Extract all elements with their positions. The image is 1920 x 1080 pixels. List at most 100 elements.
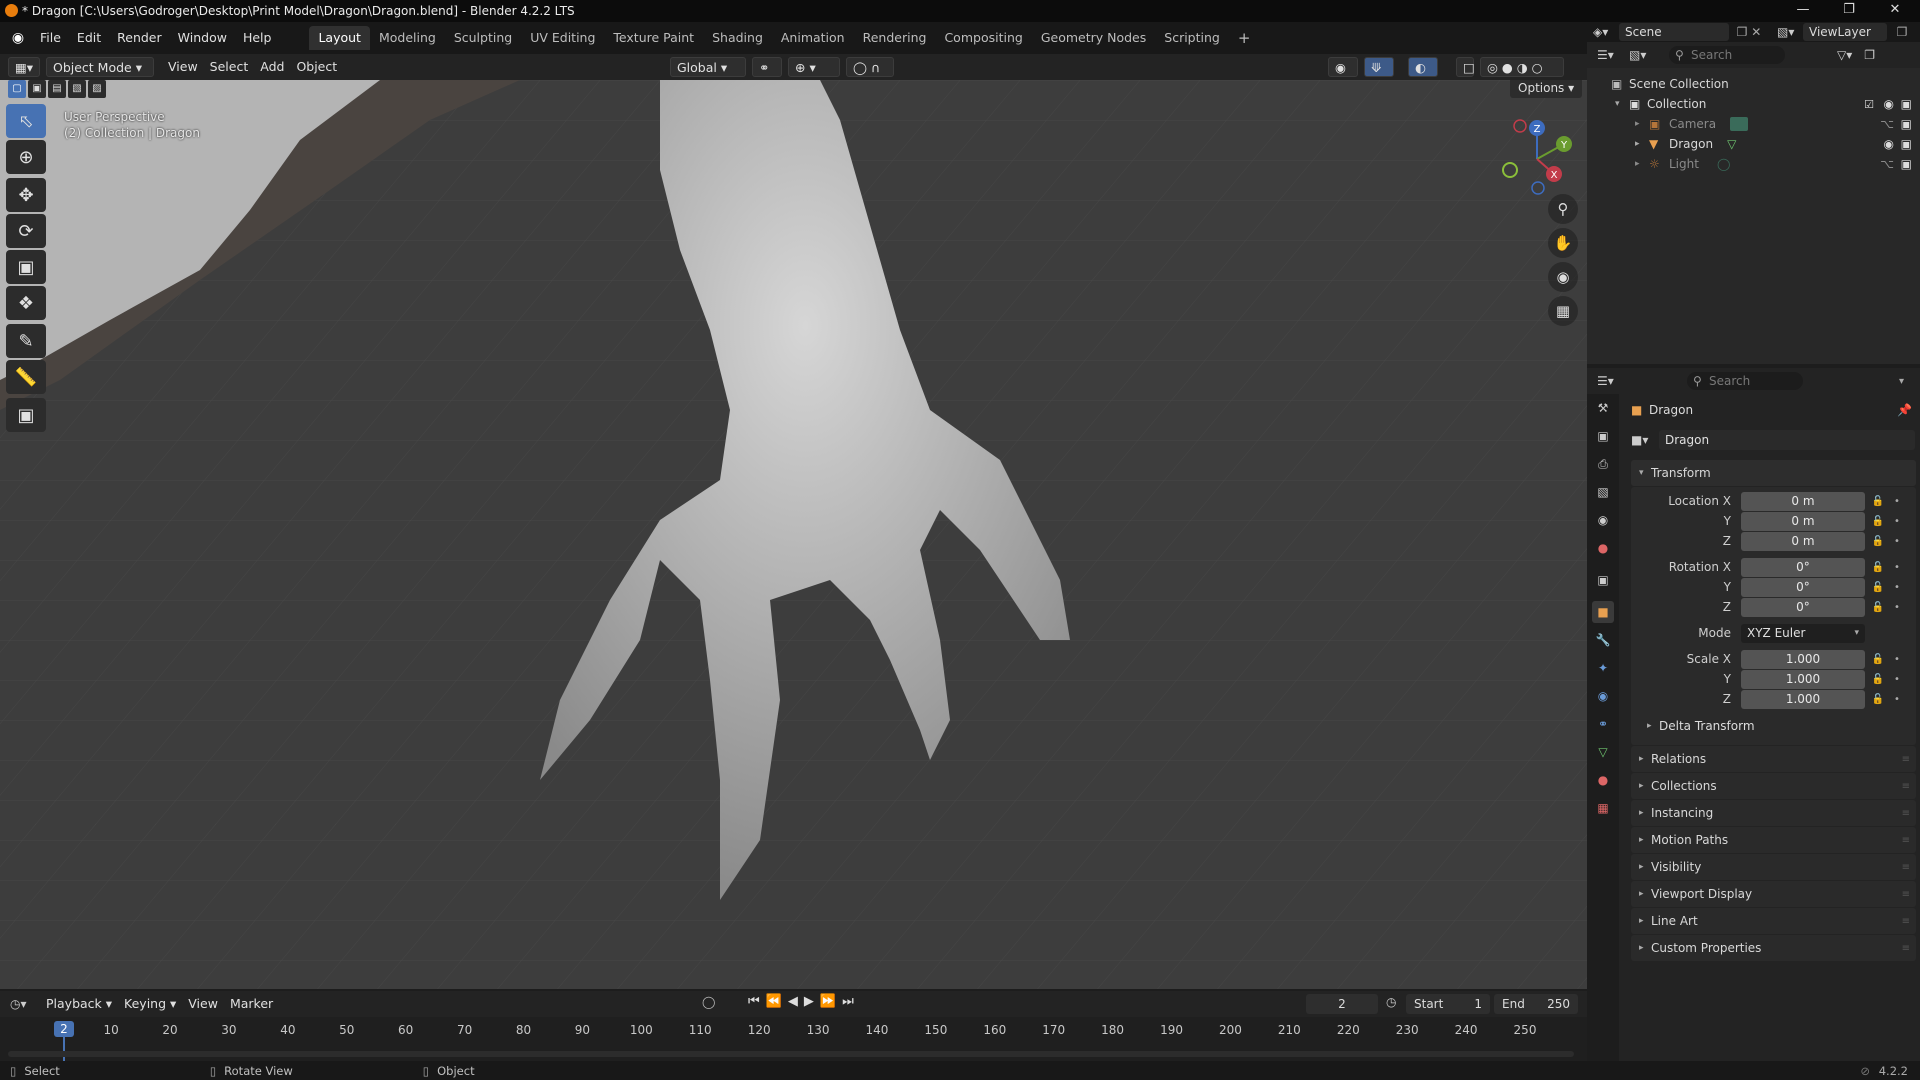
viewport-display-panel[interactable]: ▸ Viewport Display ≡ [1631,881,1916,907]
end-frame-field[interactable]: End 250 [1494,994,1578,1014]
dragon-eye-icon[interactable]: ◉ [1884,137,1894,151]
world-tab-icon[interactable]: ● [1592,537,1614,559]
new-scene-icon[interactable]: ❐ ✕ [1729,25,1769,39]
restore-button[interactable]: ❐ [1826,0,1872,22]
keyframe-dot-icon[interactable]: • [1891,562,1903,573]
display-mode-icon[interactable]: ▧▾ [1629,48,1655,62]
add-workspace-button[interactable]: + [1229,26,1260,50]
snap-icon[interactable]: ⊕ ▾ [788,57,840,77]
keyframe-dot-icon[interactable]: • [1891,694,1903,705]
rotation-x-field[interactable]: 0° [1741,557,1865,577]
outliner-editor-icon[interactable]: ☰▾ [1597,48,1623,62]
keyframe-dot-icon[interactable]: • [1891,654,1903,665]
minimize-button[interactable]: — [1780,0,1826,22]
zoom-icon[interactable]: ⚲ [1548,194,1578,224]
drag-grip-icon[interactable]: ≡ [1902,862,1910,873]
instancing-panel[interactable]: ▸ Instancing ≡ [1631,800,1916,826]
collection-tab-icon[interactable]: ▣ [1592,569,1614,591]
timeline-menu-marker[interactable]: Marker [224,994,279,1014]
rotation-mode-dropdown[interactable]: XYZ Euler ▾ [1741,623,1865,643]
scale-z-field[interactable]: 1.000 [1741,689,1865,709]
collection-eye-icon[interactable]: ◉ [1884,97,1894,111]
lock-icon[interactable]: 🔓 [1871,602,1885,613]
select-subtract-icon[interactable]: ▤ [48,80,66,98]
lock-icon[interactable]: 🔓 [1871,562,1885,573]
properties-search[interactable]: ⚲ Search [1687,372,1803,390]
expand-icon[interactable]: ▸ [1635,119,1649,129]
proportional-edit-icon[interactable]: ◯ ∩ [846,57,894,77]
timeline-menu-playback[interactable]: Playback ▾ [40,994,118,1014]
tab-layout[interactable]: Layout [309,26,370,50]
scale-icon[interactable]: ▣ [6,250,46,284]
tab-animation[interactable]: Animation [772,26,854,50]
render-camera-icon[interactable]: ▣ [1901,157,1912,171]
select-intersect-icon[interactable]: ▨ [88,80,106,98]
rotate-icon[interactable]: ⟳ [6,214,46,248]
particles-tab-icon[interactable]: ✦ [1592,657,1614,679]
ortho-grid-icon[interactable]: ▦ [1548,296,1578,326]
visibility-panel[interactable]: ▸ Visibility ≡ [1631,854,1916,880]
lock-icon[interactable]: 🔓 [1871,582,1885,593]
select-box-icon[interactable]: ⬁ [6,104,46,138]
keyframe-dot-icon[interactable]: • [1891,602,1903,613]
tab-shading[interactable]: Shading [703,26,772,50]
view-layer-tab-icon[interactable]: ▧ [1592,481,1614,503]
keyframe-dot-icon[interactable]: • [1891,674,1903,685]
scene-tab-icon[interactable]: ◉ [1592,509,1614,531]
camera-view-icon[interactable]: ◉ [1548,262,1578,292]
timeline-editor-icon[interactable]: ◷▾ [10,997,40,1011]
timeline-scrollbar[interactable] [8,1051,1574,1057]
expand-icon[interactable]: ▸ [1635,159,1649,169]
collection-camera-icon[interactable]: ▣ [1901,97,1912,111]
custom-properties-panel[interactable]: ▸ Custom Properties ≡ [1631,935,1916,961]
lock-icon[interactable]: 🔓 [1871,654,1885,665]
pan-hand-icon[interactable]: ✋ [1548,228,1578,258]
transform-panel-header[interactable]: ▾ Transform [1631,460,1916,486]
relations-panel[interactable]: ▸ Relations ≡ [1631,746,1916,772]
datablock-name-field[interactable]: Dragon [1659,430,1915,450]
viewlayer-field[interactable]: ViewLayer [1803,23,1887,41]
location-x-field[interactable]: 0 m [1741,491,1865,511]
rotation-y-field[interactable]: 0° [1741,577,1865,597]
keyframe-dot-icon[interactable]: • [1891,516,1903,527]
new-viewlayer-icon[interactable]: ❐ [1887,25,1917,39]
scene-field[interactable]: Scene [1619,23,1729,41]
datablock-icon[interactable]: ■▾ [1631,433,1659,447]
collection-checkbox[interactable]: ☑ [1864,98,1874,111]
outliner-item-dragon[interactable]: ▸ ▼ Dragon ▽ ◉ ▣ [1587,134,1920,154]
outliner-item-light[interactable]: ▸ ☼ Light ◯ ⌥ ▣ [1587,154,1920,174]
tab-sculpting[interactable]: Sculpting [445,26,521,50]
modifier-tab-icon[interactable]: 🔧 [1592,629,1614,651]
menu-help[interactable]: Help [235,26,280,50]
hidden-eye-icon[interactable]: ⌥ [1880,117,1894,131]
pivot-icon[interactable]: ⚭ [752,57,782,77]
lock-icon[interactable]: 🔓 [1871,516,1885,527]
keyframe-dot-icon[interactable]: • [1891,496,1903,507]
playhead[interactable]: 2 [54,1021,74,1037]
data-tab-icon[interactable]: ▽ [1592,741,1614,763]
output-tab-icon[interactable]: ⎙ [1592,453,1614,475]
material-tab-icon[interactable]: ● [1592,769,1614,791]
tab-rendering[interactable]: Rendering [854,26,936,50]
mode-dropdown[interactable]: Object Mode ▾ [46,57,154,77]
tool-tab-icon[interactable]: ⚒ [1592,397,1614,419]
options-dropdown[interactable]: Options ▾ [1510,80,1583,98]
delta-transform-subpanel[interactable]: ▸ Delta Transform [1631,713,1916,739]
viewport-menu-object[interactable]: Object [290,57,343,77]
location-z-field[interactable]: 0 m [1741,531,1865,551]
tab-scripting[interactable]: Scripting [1155,26,1229,50]
xray-icon[interactable]: □ [1456,57,1475,77]
line-art-panel[interactable]: ▸ Line Art ≡ [1631,908,1916,934]
select-invert-icon[interactable]: ▧ [68,80,86,98]
add-cube-icon[interactable]: ▣ [6,398,46,432]
pin-icon[interactable]: 📌 [1897,403,1912,417]
timeline-menu-view[interactable]: View [182,994,224,1014]
transform-icon[interactable]: ❖ [6,286,46,320]
timeline-menu-keying[interactable]: Keying ▾ [118,994,182,1014]
drag-grip-icon[interactable]: ≡ [1902,781,1910,792]
navigation-gizmo[interactable]: Z Y X [1492,114,1582,204]
menu-file[interactable]: File [32,26,69,50]
render-camera-icon[interactable]: ▣ [1901,137,1912,151]
visibility-selector-icon[interactable]: ◉ [1328,57,1358,77]
filter-icon[interactable]: ▽▾ [1837,48,1852,62]
